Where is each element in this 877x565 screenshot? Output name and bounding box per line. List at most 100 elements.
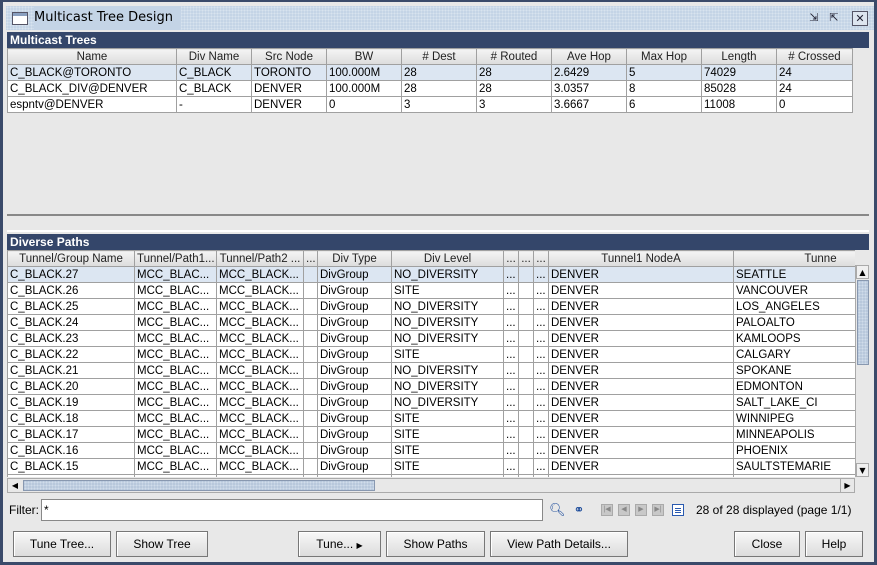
- path-row[interactable]: C_BLACK.16 MCC_BLAC... MCC_BLACK... DivGrou…: [7, 442, 855, 459]
- filter-input[interactable]: [41, 499, 543, 521]
- table-cell: 5: [626, 64, 702, 81]
- column-header[interactable]: # Routed: [476, 48, 552, 65]
- path-row[interactable]: C_BLACK.14MCC_BLAC...MCC_BLACK... DivGrou…: [7, 474, 855, 477]
- table-cell: ...: [503, 394, 519, 411]
- column-header[interactable]: Ave Hop: [551, 48, 627, 65]
- path-row[interactable]: C_BLACK.25 MCC_BLAC... MCC_BLACK... DivGrou…: [7, 298, 855, 315]
- table-cell: NO_DIVERSITY: [391, 314, 504, 331]
- path-row[interactable]: C_BLACK.27 MCC_BLAC... MCC_BLACK... DivGrou…: [7, 266, 855, 283]
- table-cell: MCC_BLAC...: [134, 330, 217, 347]
- submenu-arrow-icon: ▶: [356, 541, 363, 550]
- first-page-icon[interactable]: |◀: [601, 504, 613, 516]
- path-row[interactable]: C_BLACK.22 MCC_BLAC... MCC_BLACK... DivGrou…: [7, 346, 855, 363]
- tune-tree-button[interactable]: Tune Tree...: [13, 531, 111, 557]
- vertical-scrollbar[interactable]: ▲ ▼: [855, 265, 869, 477]
- path-row[interactable]: C_BLACK.24 MCC_BLAC... MCC_BLACK... DivGrou…: [7, 314, 855, 331]
- next-page-icon[interactable]: ▶: [635, 504, 647, 516]
- table-cell: 100.000M: [326, 80, 402, 97]
- table-cell: [303, 410, 318, 427]
- column-header[interactable]: Tunnel1 NodeA: [548, 250, 734, 267]
- last-page-icon[interactable]: ▶|: [652, 504, 664, 516]
- table-cell: C_BLACK_DIV@DENVER: [7, 80, 177, 97]
- path-row[interactable]: C_BLACK.15 MCC_BLAC... MCC_BLACK... DivGrou…: [7, 458, 855, 475]
- column-header[interactable]: ...: [303, 250, 318, 267]
- table-cell: SALT_LAKE_CI: [733, 394, 855, 411]
- table-cell: MCC_BLACK...: [216, 362, 304, 379]
- scroll-left-icon[interactable]: ◀: [8, 479, 22, 492]
- find-document-icon[interactable]: 🔍︎: [549, 502, 566, 518]
- column-header[interactable]: Div Level: [391, 250, 504, 267]
- column-header[interactable]: Name: [7, 48, 177, 65]
- title-bar[interactable]: Multicast Tree Design ⇲ ⇱ ✕: [6, 6, 874, 30]
- table-cell: C_BLACK.24: [7, 314, 135, 331]
- path-row[interactable]: C_BLACK.23 MCC_BLAC... MCC_BLACK... DivGrou…: [7, 330, 855, 347]
- horizontal-scrollbar[interactable]: ◀ ▶: [7, 478, 855, 493]
- table-cell: 28: [476, 64, 552, 81]
- scroll-right-icon[interactable]: ▶: [840, 479, 854, 492]
- path-row[interactable]: C_BLACK.18 MCC_BLAC... MCC_BLACK... DivGrou…: [7, 410, 855, 427]
- table-cell: 0: [326, 96, 402, 113]
- tune-menu-button[interactable]: Tune... ▶: [298, 531, 381, 557]
- table-cell: [518, 458, 534, 475]
- column-header[interactable]: # Crossed: [776, 48, 853, 65]
- vertical-scroll-thumb[interactable]: [857, 280, 869, 365]
- tree-row[interactable]: espntv@DENVER - DENVER 0 3 3 3.6667 6 11008 0: [7, 96, 853, 113]
- tree-row[interactable]: C_BLACK_DIV@DENVER C_BLACK DENVER 100.000M 2…: [7, 80, 853, 97]
- close-icon[interactable]: ✕: [852, 10, 868, 26]
- table-cell: [518, 362, 534, 379]
- help-button[interactable]: Help: [805, 531, 863, 557]
- maximize-icon[interactable]: ⇱: [826, 11, 842, 26]
- column-header[interactable]: Src Node: [251, 48, 327, 65]
- table-cell: NO_DIVERSITY: [391, 298, 504, 315]
- table-cell: C_BLACK.27: [7, 266, 135, 283]
- column-header[interactable]: Tunnel/Group Name: [7, 250, 135, 267]
- table-cell: 28: [401, 64, 477, 81]
- table-cell: [303, 474, 318, 477]
- path-row[interactable]: C_BLACK.21 MCC_BLAC... MCC_BLACK... DivGrou…: [7, 362, 855, 379]
- column-header[interactable]: ...: [503, 250, 519, 267]
- table-cell: ...: [533, 378, 549, 395]
- table-cell: DivGroup: [317, 458, 392, 475]
- view-path-details-button[interactable]: View Path Details...: [490, 531, 628, 557]
- column-header[interactable]: Tunnel/Path1...: [134, 250, 217, 267]
- table-cell: DENVER: [251, 80, 327, 97]
- binoculars-icon[interactable]: ⚭: [571, 502, 587, 518]
- table-cell: [303, 426, 318, 443]
- column-header[interactable]: Tunne: [733, 250, 855, 267]
- path-row[interactable]: C_BLACK.20 MCC_BLAC... MCC_BLACK... DivGrou…: [7, 378, 855, 395]
- tree-row[interactable]: C_BLACK@TORONTO C_BLACK TORONTO 100.000M 28 2…: [7, 64, 853, 81]
- column-header[interactable]: # Dest: [401, 48, 477, 65]
- column-header[interactable]: Tunnel/Path2 ...: [216, 250, 304, 267]
- table-cell: MCC_BLAC...: [134, 394, 217, 411]
- horizontal-scroll-thumb[interactable]: [23, 480, 375, 491]
- path-row[interactable]: C_BLACK.26 MCC_BLAC... MCC_BLACK... DivGrou…: [7, 282, 855, 299]
- table-cell: MINNEAPOLIS: [733, 426, 855, 443]
- path-row[interactable]: C_BLACK.19 MCC_BLAC... MCC_BLACK... DivGrou…: [7, 394, 855, 411]
- show-paths-button[interactable]: Show Paths: [386, 531, 485, 557]
- pane-splitter[interactable]: [7, 218, 869, 232]
- table-cell: LOS_ANGELES: [733, 298, 855, 315]
- table-cell: ...: [503, 426, 519, 443]
- scroll-down-icon[interactable]: ▼: [856, 463, 869, 477]
- column-header[interactable]: Length: [701, 48, 777, 65]
- prev-page-icon[interactable]: ◀: [618, 504, 630, 516]
- column-header[interactable]: ...: [518, 250, 534, 267]
- restore-icon[interactable]: ⇲: [806, 11, 822, 26]
- column-header[interactable]: ...: [533, 250, 549, 267]
- column-header[interactable]: Div Type: [317, 250, 392, 267]
- column-header[interactable]: Max Hop: [626, 48, 702, 65]
- diverse-paths-table: Tunnel/Group Name Tunnel/Path1... Tunnel/P…: [7, 250, 855, 477]
- close-button[interactable]: Close: [734, 531, 800, 557]
- path-row[interactable]: C_BLACK.17 MCC_BLAC... MCC_BLACK... DivGrou…: [7, 426, 855, 443]
- table-cell: DENVER: [548, 394, 734, 411]
- show-tree-button[interactable]: Show Tree: [116, 531, 208, 557]
- list-view-icon[interactable]: [672, 504, 684, 516]
- table-cell: ...: [533, 426, 549, 443]
- table-cell: C_BLACK.25: [7, 298, 135, 315]
- table-cell: SITE: [391, 426, 504, 443]
- column-header[interactable]: Div Name: [176, 48, 252, 65]
- column-header[interactable]: BW: [326, 48, 402, 65]
- table-cell: SEATTLE: [733, 266, 855, 283]
- filter-bar: Filter: 🔍︎ ⚭ |◀ ◀ ▶ ▶| 28 of 28 displaye…: [7, 497, 869, 523]
- scroll-up-icon[interactable]: ▲: [856, 265, 869, 279]
